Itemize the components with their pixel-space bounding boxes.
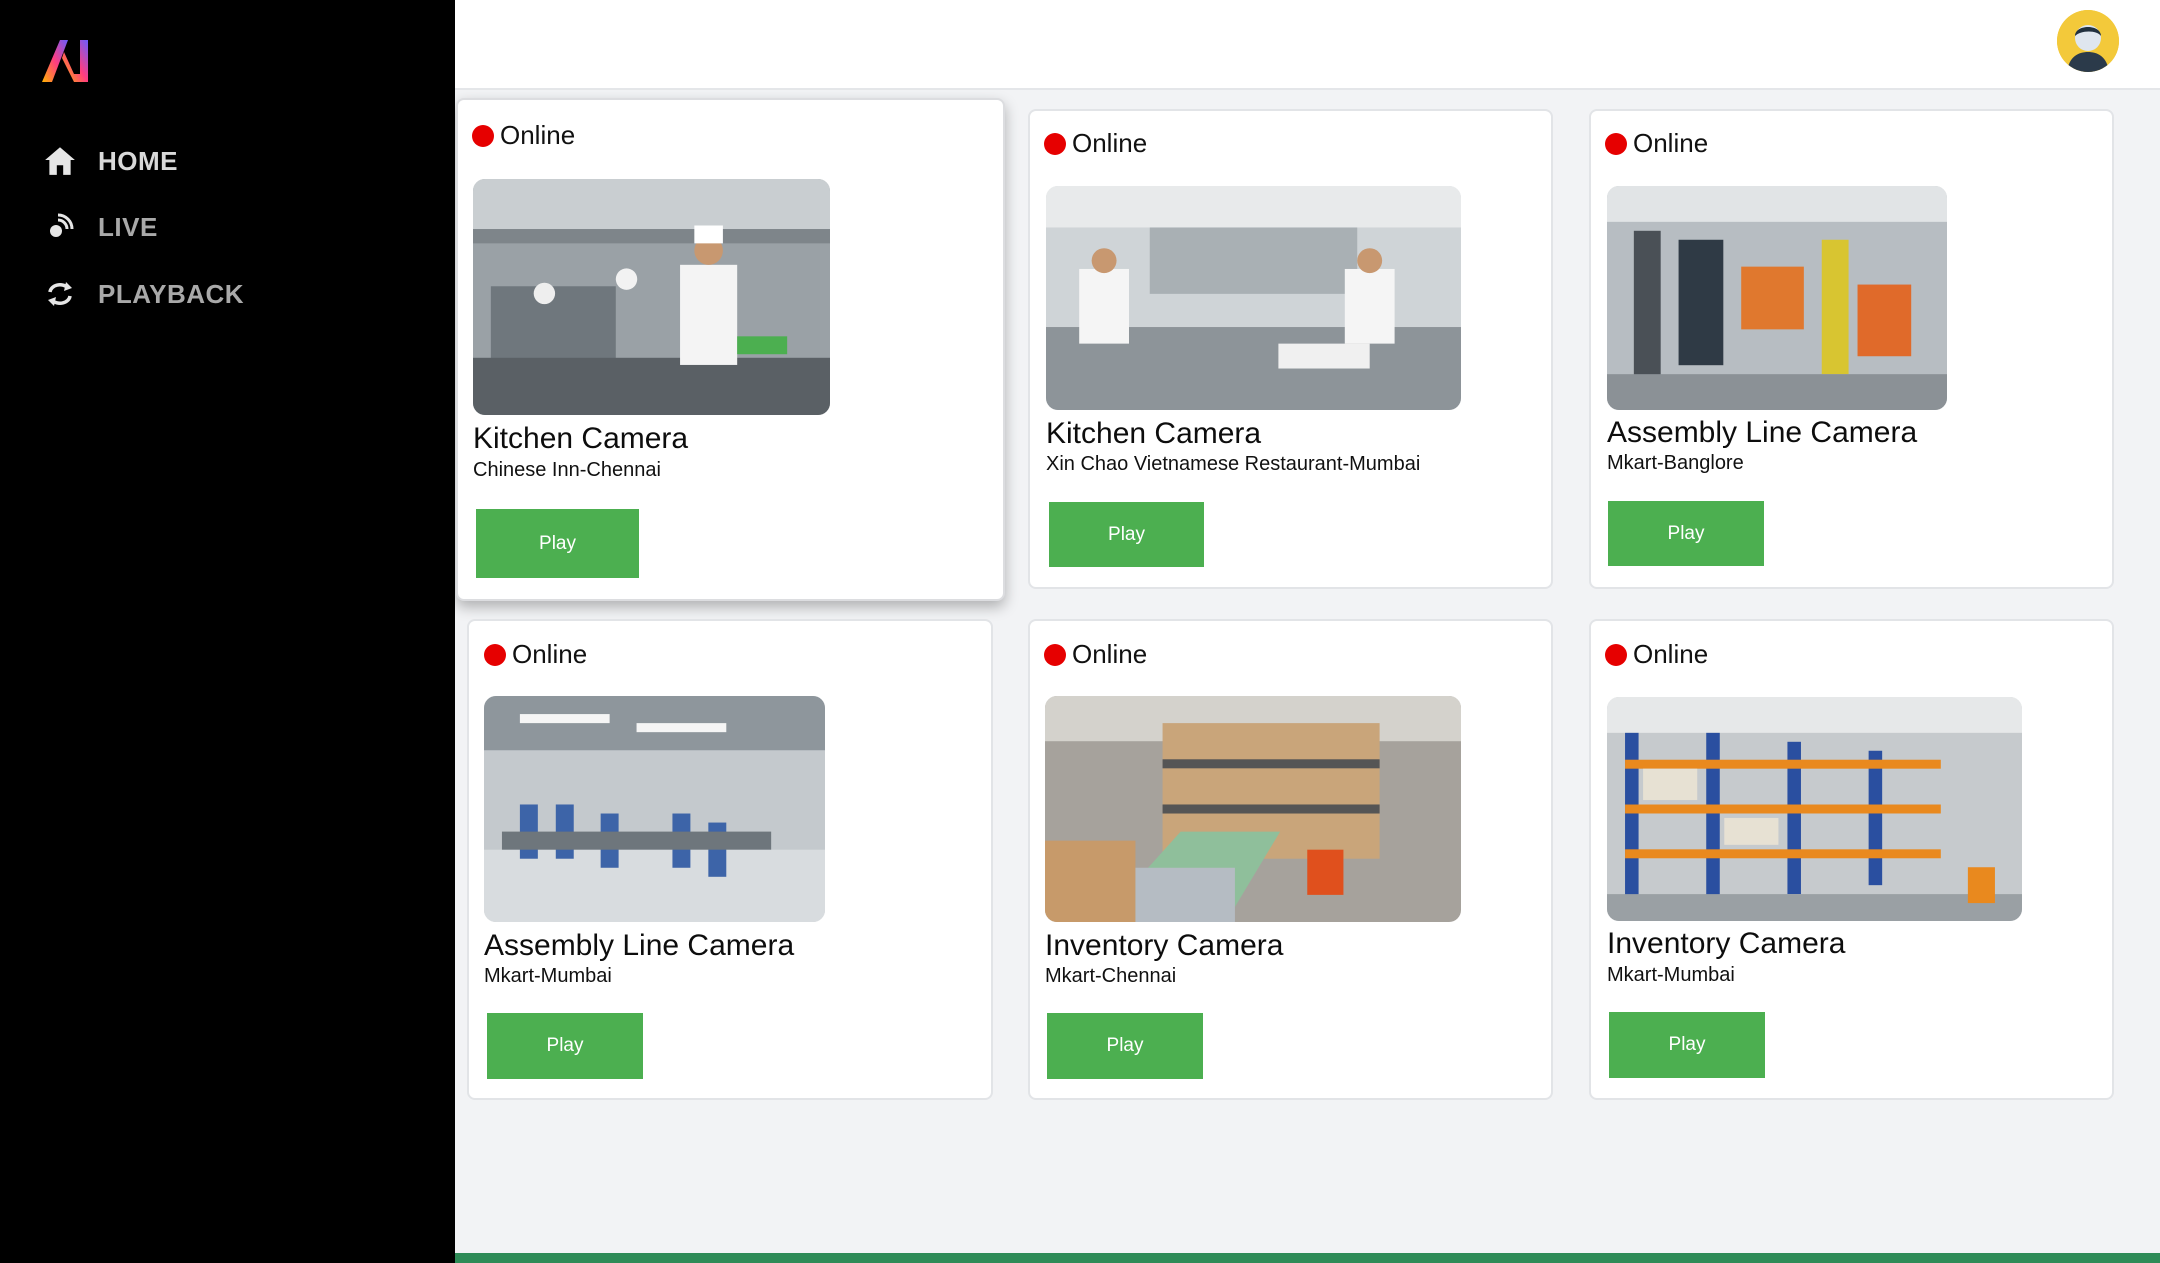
status-text: Online [512, 639, 588, 669]
top-header [455, 0, 2160, 90]
live-broadcast-icon [42, 209, 78, 245]
status-indicator: Online [472, 120, 575, 151]
status-text: Online [1072, 128, 1148, 158]
camera-card[interactable]: Online Kitchen Camera Chinese Inn-Chenna… [456, 98, 1005, 601]
status-indicator: Online [1605, 639, 1708, 670]
status-text: Online [500, 120, 576, 150]
camera-card[interactable]: Online Kitchen Camera Xin Chao Vietnames… [1028, 109, 1553, 589]
play-button[interactable]: Play [1049, 502, 1204, 567]
camera-thumbnail[interactable] [1046, 186, 1461, 410]
nav-live[interactable]: LIVE [42, 202, 158, 252]
play-button[interactable]: Play [1608, 501, 1764, 566]
camera-thumbnail[interactable] [1607, 697, 2022, 921]
camera-card[interactable]: Online Assembly Line Camera Mkart-Banglo… [1589, 109, 2114, 589]
camera-title: Kitchen Camera [1046, 417, 1262, 450]
home-icon [42, 143, 78, 179]
camera-title: Assembly Line Camera [484, 929, 795, 962]
replay-icon [42, 276, 78, 312]
status-text: Online [1633, 128, 1709, 158]
status-indicator: Online [1044, 128, 1147, 159]
camera-thumbnail[interactable] [1045, 696, 1461, 922]
status-indicator: Online [1044, 639, 1147, 670]
camera-card[interactable]: Online Assembly Line Camera Mkart-Mumbai… [467, 619, 993, 1100]
bottom-accent-bar [455, 1253, 2160, 1263]
camera-thumbnail[interactable] [473, 179, 830, 415]
status-indicator: Online [484, 639, 587, 670]
camera-thumbnail[interactable] [484, 696, 825, 922]
play-button[interactable]: Play [476, 509, 639, 578]
camera-title: Inventory Camera [1045, 929, 1284, 962]
nav-live-label: LIVE [98, 211, 158, 242]
status-dot-icon [484, 643, 506, 666]
camera-location: Mkart-Mumbai [484, 965, 612, 987]
camera-location: Mkart-Banglore [1607, 452, 1744, 474]
camera-title: Inventory Camera [1607, 927, 1846, 960]
camera-location: Mkart-Mumbai [1607, 964, 1735, 986]
status-dot-icon [1605, 132, 1627, 155]
camera-title: Assembly Line Camera [1607, 416, 1918, 449]
nav-home-label: HOME [98, 145, 178, 176]
play-button[interactable]: Play [487, 1013, 643, 1079]
nav-playback[interactable]: PLAYBACK [42, 269, 244, 319]
app-logo[interactable] [38, 34, 94, 86]
status-indicator: Online [1605, 128, 1708, 159]
camera-card[interactable]: Online Inventory Camera Mkart-Chennai Pl… [1028, 619, 1553, 1100]
camera-title: Kitchen Camera [473, 422, 689, 455]
nav-home[interactable]: HOME [42, 136, 178, 186]
status-dot-icon [472, 124, 494, 147]
nav-playback-label: PLAYBACK [98, 278, 245, 309]
play-button[interactable]: Play [1609, 1012, 1765, 1078]
camera-thumbnail[interactable] [1607, 186, 1947, 410]
sidebar: HOME LIVE PLAYBACK [0, 0, 455, 1263]
status-dot-icon [1605, 643, 1627, 666]
camera-location: Xin Chao Vietnamese Restaurant-Mumbai [1046, 453, 1421, 475]
camera-location: Chinese Inn-Chennai [473, 459, 661, 481]
status-dot-icon [1044, 132, 1066, 155]
play-button[interactable]: Play [1047, 1013, 1203, 1079]
user-avatar[interactable] [2057, 10, 2119, 72]
camera-card[interactable]: Online Inventory Camera Mkart-Mumbai Pla… [1589, 619, 2114, 1100]
status-text: Online [1072, 639, 1148, 669]
status-dot-icon [1044, 643, 1066, 666]
camera-location: Mkart-Chennai [1045, 965, 1177, 987]
status-text: Online [1633, 639, 1709, 669]
